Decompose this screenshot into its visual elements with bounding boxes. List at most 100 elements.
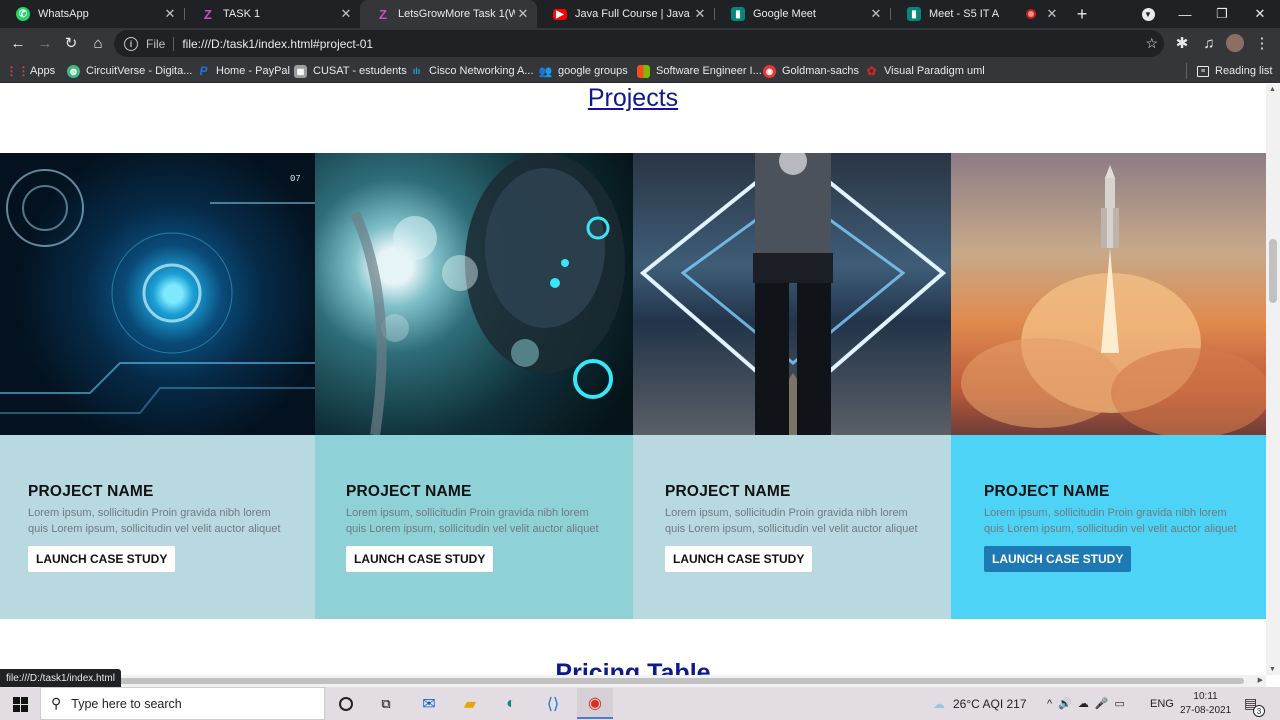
project-name: PROJECT NAME <box>346 483 472 500</box>
bookmark-goldman-sachs[interactable]: ◉ Goldman-sachs <box>763 63 859 79</box>
windows-start-icon[interactable] <box>7 691 33 717</box>
minimize-button[interactable]: — <box>1166 0 1204 28</box>
tab-meet-s5[interactable]: ▮ Meet - S5 IT A ✕ <box>891 0 1066 28</box>
project-card-4: PROJECT NAME Lorem ipsum, sollicitudin P… <box>951 435 1266 619</box>
launch-case-study-button[interactable]: LAUNCH CASE STUDY <box>984 546 1132 572</box>
back-button[interactable]: ← <box>7 32 29 54</box>
taskbar-search[interactable]: ⚲ Type here to search <box>40 687 325 720</box>
clock-time: 10:11 <box>1193 690 1218 702</box>
language-indicator[interactable]: ENG <box>1150 687 1174 720</box>
pricing-heading: Pricing Table <box>555 659 711 675</box>
project-name: PROJECT NAME <box>665 483 791 500</box>
launch-case-study-button[interactable]: LAUNCH CASE STUDY <box>28 546 176 572</box>
close-icon[interactable]: ✕ <box>692 6 708 22</box>
launch-case-study-button[interactable]: LAUNCH CASE STUDY <box>665 546 813 572</box>
bookmark-circuitverse[interactable]: ◍ CircuitVerse - Digita... <box>67 63 192 79</box>
file-explorer-icon[interactable]: ▰ <box>457 691 483 717</box>
notification-icon[interactable]: ▤ 3 <box>1244 687 1265 720</box>
menu-kebab-icon[interactable]: ⋮ <box>1251 32 1273 54</box>
zoho-icon: Z <box>204 6 212 22</box>
goldman-sachs-icon: ◉ <box>763 64 776 78</box>
tab-title: WhatsApp <box>38 8 89 20</box>
tab-google-meet[interactable]: ▮ Google Meet ✕ <box>715 0 890 28</box>
tab-java-course[interactable]: ▶ Java Full Course | Java Tutor ✕ <box>537 0 714 28</box>
youtube-icon: ▶ <box>553 8 567 20</box>
bookmark-star-icon[interactable]: ☆ <box>1145 35 1158 52</box>
tab-whatsapp[interactable]: ✆ WhatsApp ✕ <box>0 0 184 28</box>
scheme-label: File <box>146 36 175 51</box>
project-description: Lorem ipsum, sollicitudin Proin gravida … <box>28 507 281 535</box>
tab-title: Java Full Course | Java Tutor <box>575 8 692 20</box>
bookmark-visual-paradigm[interactable]: ✿ Visual Paradigm uml <box>865 63 984 79</box>
close-icon[interactable]: ✕ <box>1044 6 1060 22</box>
project-description: Lorem ipsum, sollicitudin Proin gravida … <box>984 507 1237 535</box>
clock[interactable]: 10:11 27-08-2021 <box>1180 687 1231 720</box>
close-icon[interactable]: ✕ <box>515 6 531 22</box>
google-meet-icon: ▮ <box>731 7 745 21</box>
microsoft-icon <box>637 64 650 78</box>
url-text[interactable]: file:///D:/task1/index.html#project-01 <box>182 37 373 51</box>
maximize-button[interactable]: ❐ <box>1203 0 1241 28</box>
new-tab-button[interactable]: + <box>1063 0 1101 28</box>
edge-icon[interactable]: ◐ <box>498 691 524 717</box>
bookmark-apps[interactable]: ⋮⋮ Apps <box>6 63 56 79</box>
extensions-icon[interactable]: ✱ <box>1171 32 1193 54</box>
projects-heading[interactable]: Projects <box>0 84 1266 113</box>
window-close-button[interactable]: ✕ <box>1241 0 1279 28</box>
close-icon[interactable]: ✕ <box>868 6 884 22</box>
system-tray-icons[interactable]: ^🔊☁🎤▭ <box>1047 687 1131 720</box>
weather-widget[interactable]: ☁ 26°C AQI 217 <box>933 687 1027 720</box>
google-meet-icon: ▮ <box>907 7 921 21</box>
windows-taskbar: ⚲ Type here to search ⧉ ✉ ▰ ◐ ⟨⟩ ◉ ☁ 26°… <box>0 687 1280 720</box>
tab-search-button[interactable]: ▼ <box>1129 0 1167 28</box>
reading-list-button[interactable]: ≡ Reading list <box>1197 63 1272 79</box>
reload-button[interactable]: ↻ <box>60 32 82 54</box>
project-description: Lorem ipsum, sollicitudin Proin gravida … <box>346 507 599 535</box>
tab-task1[interactable]: Z TASK 1 ✕ <box>185 0 360 28</box>
task-view-icon[interactable]: ⧉ <box>373 691 399 717</box>
vscode-icon[interactable]: ⟨⟩ <box>540 691 566 717</box>
cortana-icon[interactable] <box>333 691 359 717</box>
page-viewport: Projects 07 PROJECT NAME Lorem ipsum, so… <box>0 84 1280 675</box>
bookmark-google-groups[interactable]: 👥 google groups <box>539 63 628 79</box>
info-icon[interactable]: i <box>124 36 138 51</box>
address-bar[interactable]: i File file:///D:/task1/index.html#proje… <box>114 30 1164 57</box>
status-url: file:///D:/task1/index.html <box>0 669 121 687</box>
cisco-icon: ılı <box>412 66 421 76</box>
project-card-3: PROJECT NAME Lorem ipsum, sollicitudin P… <box>633 435 951 619</box>
launch-case-study-button[interactable]: LAUNCH CASE STUDY <box>346 546 494 572</box>
chrome-icon[interactable]: ◉ <box>577 688 613 719</box>
reading-list-icon: ≡ <box>1197 65 1209 77</box>
forward-button[interactable]: → <box>34 32 56 54</box>
tab-title: Google Meet <box>753 8 816 20</box>
project-card-1: PROJECT NAME Lorem ipsum, sollicitudin P… <box>0 435 315 619</box>
tab-letsgrowmore[interactable]: Z LetsGrowMore Task 1(Web I ✕ <box>360 0 537 28</box>
close-icon[interactable]: ✕ <box>162 6 178 22</box>
vertical-scrollbar[interactable]: ▲ ▼ <box>1266 84 1280 675</box>
scrollbar-thumb[interactable] <box>4 678 1244 684</box>
zoho-icon: Z <box>379 6 387 22</box>
google-groups-icon: 👥 <box>538 65 553 78</box>
bookmark-software-engineer[interactable]: Software Engineer I... <box>637 63 762 79</box>
visual-paradigm-icon: ✿ <box>866 64 877 78</box>
bookmark-paypal[interactable]: P Home - PayPal <box>197 63 290 79</box>
search-icon: ⚲ <box>51 695 62 711</box>
tab-strip: ✆ WhatsApp ✕ Z TASK 1 ✕ Z LetsGrowMore T… <box>0 0 1280 28</box>
media-control-icon[interactable]: ♫ <box>1198 32 1220 54</box>
horizontal-scrollbar[interactable]: ▶ <box>0 675 1266 687</box>
whatsapp-icon: ✆ <box>16 7 30 21</box>
home-button[interactable]: ⌂ <box>87 32 109 54</box>
mail-icon[interactable]: ✉ <box>416 691 442 717</box>
search-placeholder: Type here to search <box>71 696 182 711</box>
bookmark-cusat[interactable]: ▦ CUSAT - estudents <box>294 63 407 79</box>
notification-count: 3 <box>1253 705 1265 717</box>
close-icon[interactable]: ✕ <box>338 6 354 22</box>
profile-avatar[interactable] <box>1224 32 1246 54</box>
rocket-launch-image <box>951 153 1266 435</box>
project-card-2: PROJECT NAME Lorem ipsum, sollicitudin P… <box>315 435 633 619</box>
paypal-icon: P <box>199 64 208 78</box>
tab-title: Meet - S5 IT A <box>929 8 1000 20</box>
bookmark-cisco[interactable]: ılı Cisco Networking A... <box>410 63 534 79</box>
recording-icon <box>1026 9 1036 19</box>
scrollbar-thumb[interactable] <box>1269 239 1277 303</box>
